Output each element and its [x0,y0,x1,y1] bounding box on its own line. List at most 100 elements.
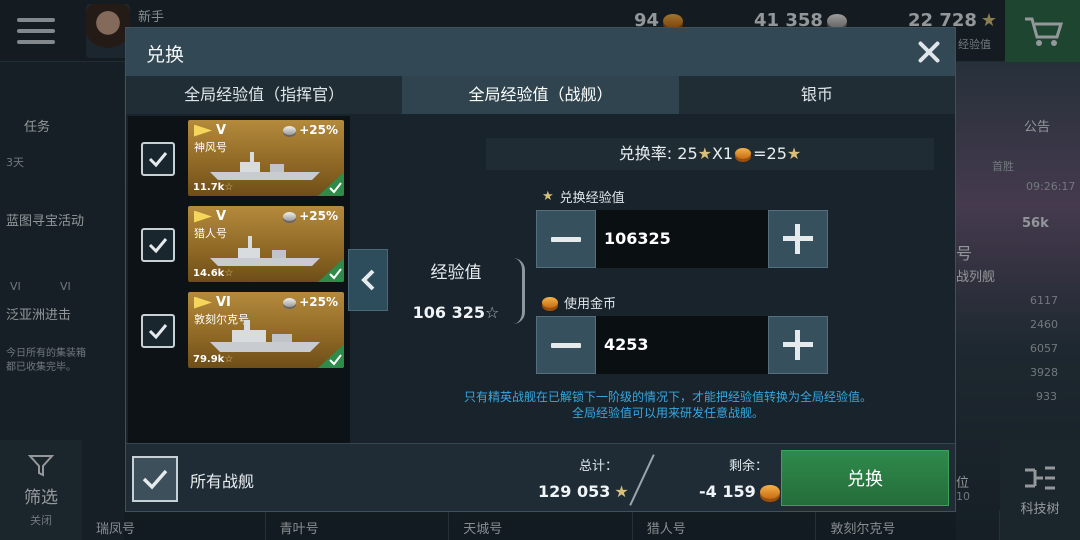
carousel-ship[interactable]: 猎人号 [633,510,817,540]
tier-badge: V [194,123,226,138]
total-label: 总计： [579,459,619,474]
tier-badge: V [194,209,226,224]
star-icon: ★ [697,144,712,163]
star-icon: ☆ [224,268,234,279]
star-icon: ☆ [485,303,500,322]
ship-checkbox[interactable] [141,314,175,348]
blueprint-event-label[interactable]: 蓝图寻宝活动 [6,210,84,229]
ship-xp: 11.7k☆ [193,182,234,193]
ship-checkbox[interactable] [141,228,175,262]
commander-avatar[interactable] [86,4,130,58]
ship-type-fragment: 战列舰 [956,270,996,285]
select-all-label: 所有战舰 [190,472,255,491]
elite-check-icon [318,172,344,196]
ship-row: V 神风号 +25% 11.7k☆ [128,120,350,200]
hamburger-menu-icon[interactable] [0,0,72,62]
silver-coin-icon [283,125,297,135]
plus-icon [783,330,813,360]
tasks-label[interactable]: 任务 [24,116,50,135]
elite-icon [194,296,212,309]
rate-label: 兑换率: [618,144,673,163]
gold-coin-icon [759,484,780,499]
ship-card[interactable]: VI 敦刻尔克号 +25% 79.9k☆ [188,292,344,368]
tab-silver[interactable]: 银币 [678,76,955,114]
checkmark-icon [148,324,168,340]
elite-check-icon [318,258,344,282]
use-gold-label: 使用金币 [542,293,616,312]
carousel-ship[interactable]: 敦刻尔克号 [816,510,1000,540]
bonus-badge: +25% [283,295,338,309]
carousel-ship[interactable]: 瑞凤号 [82,510,266,540]
exchange-dialog: 兑换 全局经验值（指挥官） 全局经验值（战舰） 银币 V 神风号 +25% 11… [125,27,956,512]
battleship-ship-icon [210,320,320,352]
silver-coin-icon [283,297,297,307]
decrease-gold-button[interactable] [536,316,596,374]
xp-label: 经验值 [430,263,482,283]
star-icon: ★ [980,10,998,31]
convert-xp-label: ★ 兑换经验值 [542,189,625,206]
carousel-ship[interactable]: 青叶号 [266,510,450,540]
pan-asia-event-label[interactable]: 泛亚洲进击 [6,304,71,323]
ship-card[interactable]: V 神风号 +25% 11.7k☆ [188,120,344,196]
elite-check-icon [318,344,344,368]
convert-xp-stepper: 106325 [536,210,828,268]
pan-asia-tier-1: VI [10,280,21,293]
remaining-label: 剩余： [729,459,769,474]
star-icon: ★ [786,144,802,163]
collapse-list-button[interactable] [348,249,388,311]
filter-label: 筛选 [24,487,58,508]
exchange-button[interactable]: 兑换 [781,450,949,506]
decrease-xp-button[interactable] [536,210,596,268]
ship-checkbox[interactable] [141,142,175,176]
tab-commander-xp[interactable]: 全局经验值（指挥官） [126,76,403,114]
destroyer-ship-icon [210,152,320,180]
ship-xp: 14.6k☆ [193,268,234,279]
checkmark-icon [148,238,168,254]
increase-gold-button[interactable] [768,316,828,374]
blueprint-timer: 3天 [6,156,24,169]
pan-asia-tier-2: VI [60,280,71,293]
ship-xp: 56k [1022,216,1049,231]
use-gold-stepper: 4253 [536,316,828,374]
convert-xp-input[interactable]: 106325 [596,210,768,268]
destroyer-ship-icon [210,236,320,266]
tab-ship-xp[interactable]: 全局经验值（战舰） [402,76,679,114]
free-xp-caption: 经验值 [958,38,991,51]
remaining-value: -4 159 [699,482,780,501]
select-all-checkbox[interactable] [132,456,178,502]
ship-card[interactable]: V 猎人号 +25% 14.6k☆ [188,206,344,282]
ship-row: VI 敦刻尔克号 +25% 79.9k☆ [128,292,350,372]
first-win-label: 首胜 [992,160,1014,173]
bonus-badge: +25% [283,209,338,223]
shop-cart-icon[interactable] [1005,0,1080,62]
stat-5: 933 [1036,390,1057,403]
tech-tree-button[interactable]: 科技树 [1000,440,1080,540]
exchange-tabs: 全局经验值（指挥官） 全局经验值（战舰） 银币 [126,76,955,114]
close-icon[interactable] [915,38,943,66]
dialog-title: 兑换 [146,44,185,66]
tech-tree-label: 科技树 [1020,501,1060,517]
info-note: 只有精英战舰在已解锁下一阶级的情况下，才能把经验值转换为全局经验值。 全局经验值… [388,389,948,421]
first-win-timer: 09:26:17 [1026,180,1076,193]
silver-coin-icon [283,211,297,221]
info-note-line-2: 全局经验值可以用来研发任意战舰。 [571,406,764,420]
fragment-b: 10 [956,490,970,503]
divider-slash [629,454,655,506]
increase-xp-button[interactable] [768,210,828,268]
tech-tree-icon [1025,466,1055,489]
stat-2: 2460 [1030,318,1058,331]
filter-button[interactable]: 筛选 关闭 [0,440,82,540]
xp-total: 106 325☆ [412,303,500,322]
filter-state: 关闭 [30,513,52,527]
use-gold-input[interactable]: 4253 [596,316,768,374]
minus-icon [551,342,581,348]
announcement-label[interactable]: 公告 [1024,116,1050,135]
ship-list: V 神风号 +25% 11.7k☆ V 猎人号 +25% 14.6k☆ VI 敦… [128,116,350,443]
carousel-ship[interactable]: 天城号 [449,510,633,540]
bracket-divider [511,258,525,324]
filter-icon [28,454,54,477]
stat-3: 6057 [1030,342,1058,355]
elite-icon [194,210,212,223]
checkmark-icon [148,152,168,168]
plus-icon [783,224,813,254]
